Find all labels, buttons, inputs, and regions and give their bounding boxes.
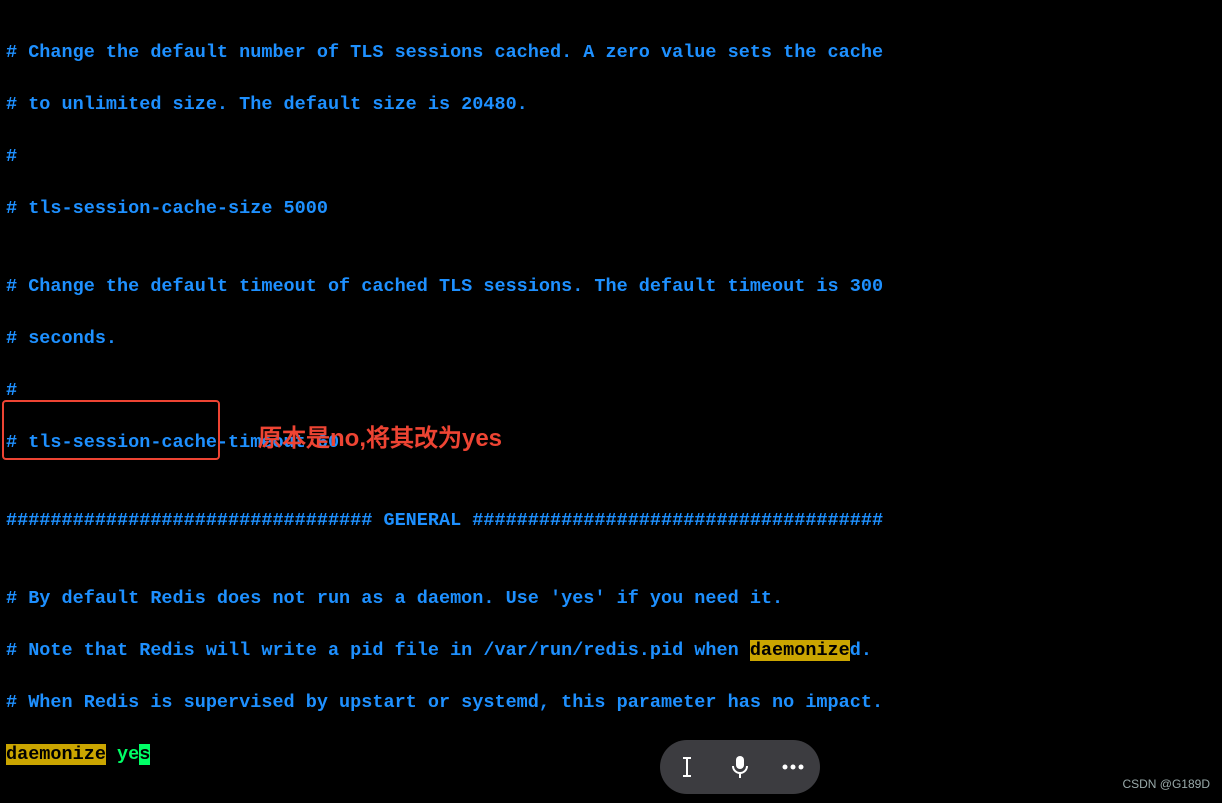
toolbar-more-btn[interactable]: [775, 749, 811, 785]
dots-icon: [781, 763, 805, 771]
watermark: CSDN @G189D: [1122, 771, 1210, 797]
config-line: # By default Redis does not run as a dae…: [6, 586, 1216, 612]
config-line: # to unlimited size. The default size is…: [6, 92, 1216, 118]
config-line: ################################# GENERA…: [6, 508, 1216, 534]
terminal-editor[interactable]: # Change the default number of TLS sessi…: [0, 0, 1222, 803]
setting-value: ye: [106, 744, 139, 765]
config-line: # Note that Redis will write a pid file …: [6, 638, 1216, 664]
config-line: # Change the default timeout of cached T…: [6, 274, 1216, 300]
config-line: # tls-session-cache-timeout 60: [6, 430, 1216, 456]
search-highlight: daemonize: [750, 640, 850, 661]
toolbar-text-btn[interactable]: [669, 749, 705, 785]
config-line: #: [6, 378, 1216, 404]
search-highlight: daemonize: [6, 744, 106, 765]
config-line: # When Redis is supervised by upstart or…: [6, 690, 1216, 716]
config-line: # Change the default number of TLS sessi…: [6, 40, 1216, 66]
config-line: # seconds.: [6, 326, 1216, 352]
microphone-icon: [730, 755, 750, 779]
text-cursor-icon: [678, 756, 696, 778]
cursor: s: [139, 744, 150, 765]
config-line: # tls-session-cache-size 5000: [6, 196, 1216, 222]
floating-toolbar[interactable]: [660, 740, 820, 794]
daemonize-setting-line[interactable]: daemonize yes: [6, 742, 1216, 768]
config-line: #: [6, 144, 1216, 170]
toolbar-mic-btn[interactable]: [722, 749, 758, 785]
